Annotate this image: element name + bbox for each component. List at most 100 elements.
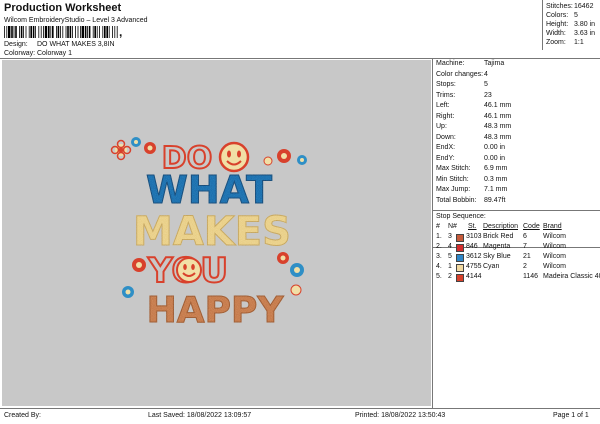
stat-height: Height: 3.80 in — [546, 21, 596, 28]
param-value: 89.47ft — [484, 196, 506, 204]
needle-number: 5 — [448, 253, 452, 260]
thread-description: Cyan — [483, 263, 500, 270]
needle-number: 1 — [448, 263, 452, 270]
thread-brand: Madeira Classic 40 — [543, 273, 600, 280]
stitch-count: 846 — [466, 243, 478, 250]
param-value: 5 — [484, 81, 488, 88]
thread-brand: Wilcom — [543, 263, 566, 270]
table-row: 2. 4 846 Magenta 7 Wilcom — [436, 243, 598, 253]
row-number: 2. — [436, 243, 442, 250]
param-value: 46.1 mm — [484, 112, 512, 120]
stat-width: Width: 3.63 in — [546, 30, 596, 37]
design-preview: DO WHAT MAKES YOU HAPPY — [2, 60, 431, 406]
footer-separator — [0, 408, 600, 409]
table-row: 3. 5 3612 Sky Blue 21 Wilcom — [436, 253, 598, 263]
thread-description: Sky Blue — [483, 253, 511, 260]
design-value: DO WHAT MAKES 3,8IN — [37, 41, 115, 48]
param-value: 46.1 mm — [484, 102, 512, 109]
barcode-image — [4, 26, 118, 38]
design-row: Design: DO WHAT MAKES 3,8IN — [4, 41, 115, 48]
param-label: Stops: — [436, 81, 456, 88]
thread-code: 2 — [523, 263, 527, 270]
panel-divider — [432, 58, 433, 408]
color-swatch — [456, 274, 464, 282]
stitch-count: 4755 — [466, 263, 482, 270]
param-label: Max Stitch: — [436, 165, 471, 172]
embroidery-design: DO WHAT MAKES YOU HAPPY — [110, 137, 307, 332]
stats-divider — [542, 0, 543, 50]
row-number: 5. — [436, 273, 442, 280]
design-label: Design: — [4, 41, 28, 48]
color-swatch — [456, 264, 464, 272]
param-value: 0.00 in — [484, 144, 506, 151]
stat-zoom: Zoom: 1:1 — [546, 39, 584, 46]
last-saved: Last Saved: 18/08/2022 13:09:57 — [148, 412, 252, 419]
param-value: 7.1 mm — [484, 186, 508, 193]
param-label: Up: — [436, 123, 447, 130]
color-swatch — [456, 244, 464, 252]
row-number: 3. — [436, 253, 442, 260]
param-label: EndY: — [436, 154, 455, 162]
param-label: Left: — [436, 102, 450, 109]
thread-brand: Wilcom — [543, 253, 566, 260]
param-label: EndX: — [436, 144, 456, 151]
smiley-icon — [176, 257, 202, 283]
page-number: Page 1 of 1 — [553, 412, 589, 419]
table-header-row: # N# St. Description Code Brand — [436, 223, 562, 230]
param-label: Machine: — [436, 60, 465, 67]
param-label: Total Bobbin: — [436, 196, 477, 204]
table-row: 4. 1 4755 Cyan 2 Wilcom — [436, 263, 598, 273]
param-label: Min Stitch: — [436, 175, 469, 183]
design-text-what: WHAT — [146, 168, 272, 212]
software-subtitle: Wilcom EmbroideryStudio – Level 3 Advanc… — [4, 17, 148, 24]
table-row: 1. 3 3103 Brick Red 6 Wilcom — [436, 233, 598, 243]
thread-code: 21 — [523, 253, 531, 260]
smiley-icon — [218, 141, 250, 173]
thread-description: Brick Red — [483, 233, 514, 240]
stat-stitches: Stitches:16462 — [546, 3, 594, 10]
color-swatch — [456, 234, 464, 242]
thread-brand: Wilcom — [543, 243, 566, 250]
param-value: 48.3 mm — [484, 133, 512, 141]
design-text-happy: HAPPY — [147, 290, 285, 331]
design-text-makes: MAKES — [133, 209, 291, 255]
param-value: 23 — [484, 91, 492, 99]
created-by: Created By: — [4, 412, 41, 419]
stat-colors: Colors: 5 — [546, 12, 578, 19]
row-number: 4. — [436, 263, 442, 270]
param-value: 6.9 mm — [484, 165, 508, 172]
param-value: Tajima — [484, 60, 505, 67]
param-value: 0.3 mm — [484, 175, 508, 183]
params-separator — [433, 210, 600, 211]
thread-description: Magenta — [483, 243, 511, 250]
stop-sequence-heading: Stop Sequence: — [436, 213, 486, 220]
header-separator — [0, 58, 600, 59]
colorway-value: Colorway 1 — [37, 50, 73, 57]
row-number: 1. — [436, 233, 442, 240]
param-value: 48.3 mm — [484, 123, 512, 130]
thread-code: 6 — [523, 233, 527, 240]
stitch-count: 3103 — [466, 233, 482, 240]
needle-number: 3 — [448, 233, 452, 240]
table-row: 5. 2 4144 1146 Madeira Classic 40 — [436, 273, 600, 283]
color-swatch — [456, 254, 464, 262]
param-label: Color changes: — [436, 70, 484, 78]
colorway-label: Colorway: — [4, 50, 36, 57]
param-value: 4 — [484, 70, 488, 78]
stitch-count: 3612 — [466, 253, 482, 260]
thread-code: 1146 — [523, 273, 539, 280]
barcode-trailer: , — [119, 25, 123, 39]
param-value: 0.00 in — [484, 154, 506, 162]
needle-number: 2 — [448, 273, 452, 280]
param-label: Trims: — [436, 91, 456, 99]
needle-number: 4 — [448, 243, 452, 250]
printed-date: Printed: 18/08/2022 13:50:43 — [355, 412, 446, 419]
thread-code: 7 — [523, 243, 527, 250]
param-label: Max Jump: — [436, 186, 471, 193]
param-label: Down: — [436, 133, 456, 141]
stitch-count: 4144 — [466, 273, 482, 280]
thread-brand: Wilcom — [543, 233, 566, 240]
param-label: Right: — [436, 112, 455, 120]
colorway-row: Colorway: Colorway 1 — [4, 50, 72, 57]
worksheet-title: Production Worksheet — [4, 2, 122, 14]
